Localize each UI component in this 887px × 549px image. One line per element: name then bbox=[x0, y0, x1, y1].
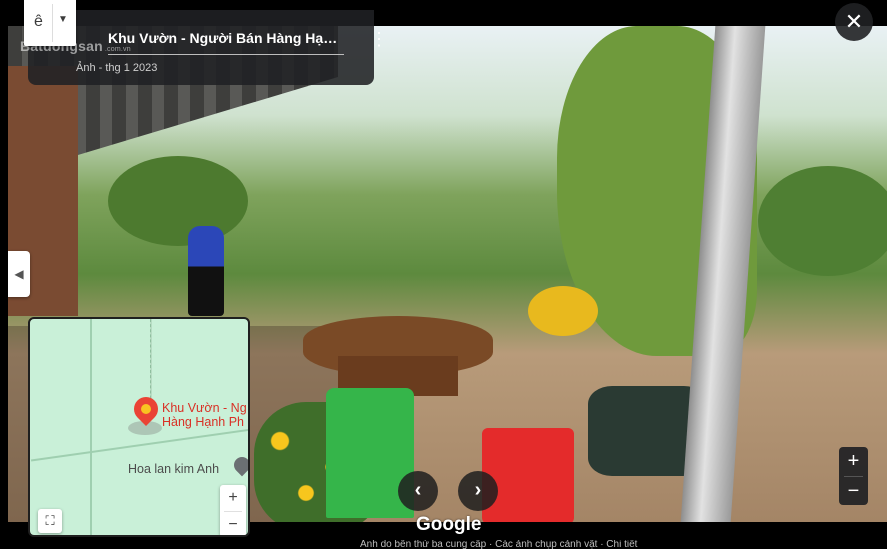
red-stool bbox=[482, 428, 574, 522]
more-options-icon[interactable]: ⋮ bbox=[370, 30, 388, 48]
pegman-icon bbox=[141, 404, 151, 414]
collapse-panel-button[interactable]: ◀ bbox=[8, 251, 30, 297]
map-road bbox=[90, 319, 92, 535]
title-underline bbox=[108, 54, 344, 55]
watermark-suffix: .com.vn bbox=[104, 46, 131, 53]
close-button[interactable]: ✕ bbox=[835, 3, 873, 41]
place-pin-head bbox=[230, 453, 248, 477]
minimap-zoom-in-button[interactable]: + bbox=[220, 485, 246, 511]
background-trees bbox=[108, 156, 248, 246]
photo-date: Ảnh - thg 1 2023 bbox=[76, 62, 158, 74]
pin-label-line2: Hàng Hạnh Ph bbox=[162, 415, 245, 429]
language-button[interactable]: ê ▼ bbox=[24, 0, 76, 46]
language-separator bbox=[52, 4, 53, 42]
zoom-in-button[interactable]: + bbox=[839, 447, 868, 476]
pin-label[interactable]: Khu Vườn - Ng Hàng Hạnh Ph bbox=[162, 401, 247, 429]
chevron-left-icon: ‹ bbox=[414, 479, 422, 501]
chevron-down-icon[interactable]: ▼ bbox=[58, 14, 68, 25]
zoom-control: + − bbox=[839, 447, 868, 505]
expand-map-button[interactable]: ⛶ bbox=[38, 509, 62, 533]
attribution-text: Ảnh do bên thứ ba cung cấp · Các ảnh chụ… bbox=[360, 540, 638, 549]
close-icon: ✕ bbox=[844, 9, 864, 34]
pin-label-line1: Khu Vườn - Ng bbox=[162, 401, 247, 415]
minimap-zoom-out-button[interactable]: − bbox=[220, 512, 246, 535]
background-trees-right bbox=[758, 166, 887, 276]
language-icon: ê bbox=[34, 13, 43, 30]
minimap-zoom-control: + − bbox=[220, 485, 246, 535]
location-pin-icon[interactable] bbox=[128, 392, 163, 435]
previous-photo-button[interactable]: ‹ bbox=[398, 471, 438, 511]
place-title[interactable]: Khu Vườn - Người Bán Hàng Hạn... bbox=[108, 30, 338, 46]
flower-pot bbox=[528, 286, 598, 336]
zoom-out-button[interactable]: − bbox=[839, 477, 868, 506]
chevron-right-icon: › bbox=[474, 479, 482, 501]
place-label[interactable]: Hoa lan kim Anh bbox=[128, 462, 219, 476]
minimap[interactable]: Khu Vườn - Ng Hàng Hạnh Ph Hoa lan kim A… bbox=[28, 317, 250, 537]
person bbox=[188, 226, 224, 316]
fullscreen-icon: ⛶ bbox=[45, 513, 55, 528]
next-photo-button[interactable]: › bbox=[458, 471, 498, 511]
google-logo: Google bbox=[416, 514, 482, 535]
place-pin-icon[interactable] bbox=[230, 453, 248, 477]
chevron-left-icon: ◀ bbox=[14, 267, 24, 281]
